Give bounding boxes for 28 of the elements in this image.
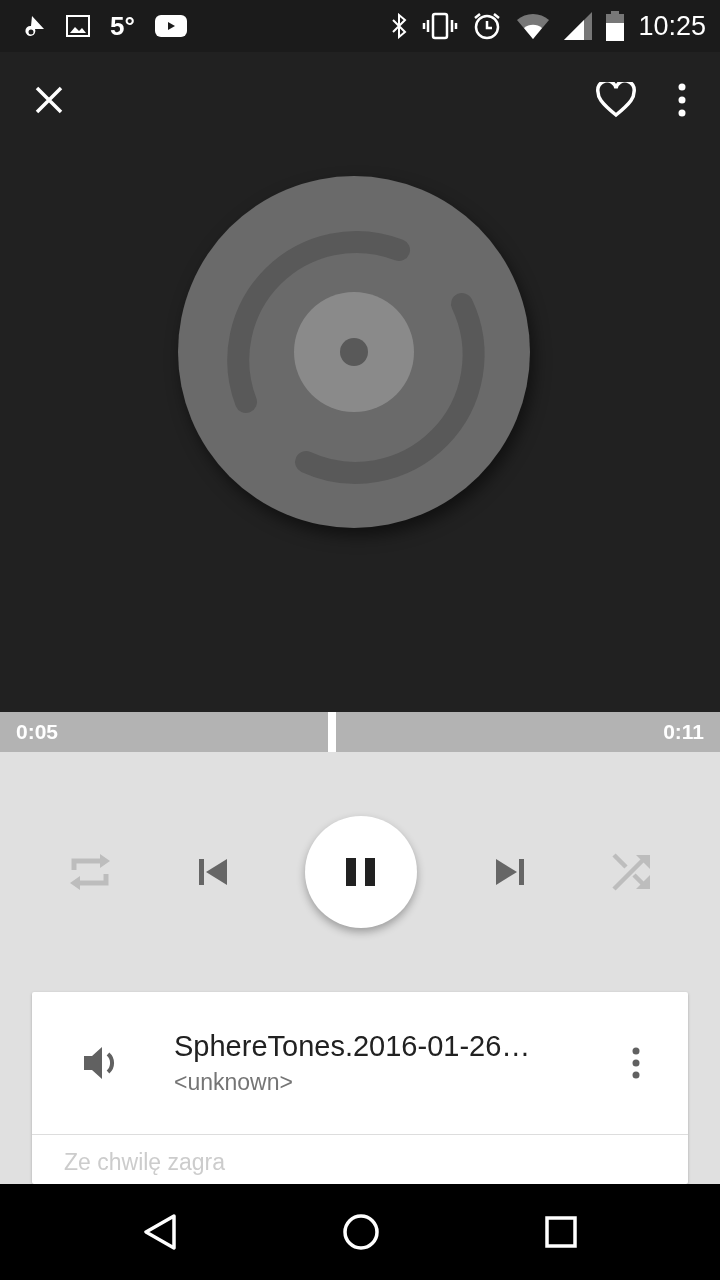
total-time: 0:11 xyxy=(663,720,704,744)
signal-icon xyxy=(564,12,593,40)
recents-icon xyxy=(545,1216,577,1248)
seek-thumb[interactable] xyxy=(327,712,336,752)
elapsed-time: 0:05 xyxy=(16,720,59,744)
home-icon xyxy=(343,1214,379,1250)
vibrate-icon xyxy=(422,12,459,40)
next-icon xyxy=(493,857,526,887)
pause-icon xyxy=(346,858,376,886)
previous-icon xyxy=(196,857,229,887)
bluetooth-icon xyxy=(390,13,409,39)
temperature: 5° xyxy=(110,10,135,42)
heart-icon xyxy=(596,82,636,118)
wifi-icon xyxy=(516,13,551,39)
notification-icon xyxy=(24,14,46,38)
track-artist: <unknown> xyxy=(174,1069,294,1096)
queue-item[interactable]: SphereTones.2016-01-26… <unknown> xyxy=(32,992,688,1135)
back-icon xyxy=(143,1214,177,1250)
shuffle-icon xyxy=(610,851,652,893)
more-icon xyxy=(678,83,686,117)
more-icon xyxy=(632,1047,640,1079)
track-title: SphereTones.2016-01-26… xyxy=(174,1030,532,1063)
close-icon xyxy=(34,85,64,115)
play-pause-button[interactable] xyxy=(305,816,417,928)
clock: 10:25 xyxy=(638,10,706,42)
image-icon xyxy=(66,15,90,37)
battery-icon xyxy=(606,11,625,41)
video-icon xyxy=(154,15,187,37)
